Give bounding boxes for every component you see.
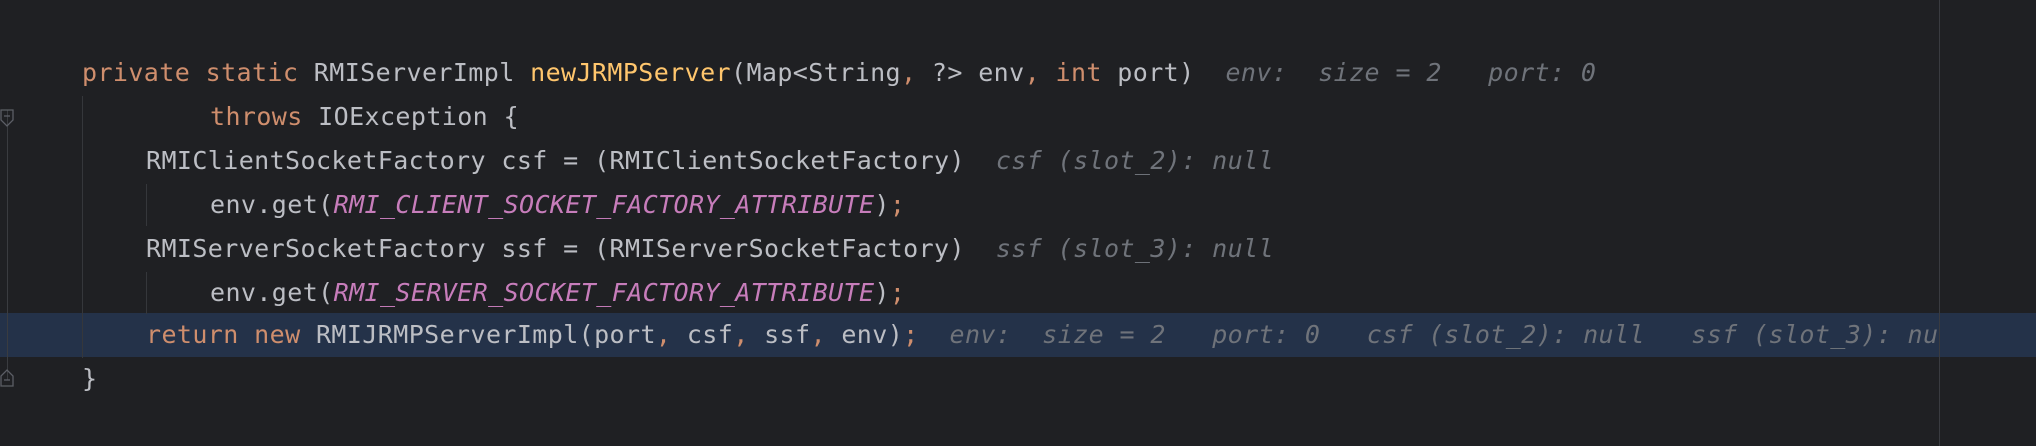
closing-brace: } bbox=[82, 364, 98, 393]
close-paren: ) bbox=[874, 190, 890, 219]
param-env: ?> env bbox=[916, 58, 1025, 87]
arg-csf: csf bbox=[671, 320, 734, 349]
inline-hint-ssf: ssf (slot_3): nu bbox=[1691, 320, 1939, 349]
comma: , bbox=[733, 320, 749, 349]
exception-type: IOException { bbox=[302, 102, 520, 131]
code-line-5[interactable]: RMIServerSocketFactory ssf = (RMIServerS… bbox=[146, 227, 1274, 271]
env-get-call: env.get( bbox=[210, 278, 334, 307]
keyword-static: static bbox=[205, 58, 299, 87]
param-type: Map<String bbox=[746, 58, 901, 87]
code-line-1[interactable]: private static RMIServerImpl newJRMPServ… bbox=[82, 51, 1596, 95]
arg-ssf: ssf bbox=[748, 320, 811, 349]
indent-guide bbox=[146, 272, 147, 314]
fold-open-icon[interactable] bbox=[0, 108, 14, 128]
inline-hint-port: port: 0 bbox=[1212, 320, 1321, 349]
comma: , bbox=[900, 58, 917, 87]
code-line-2[interactable]: throws IOException { bbox=[210, 95, 519, 139]
inline-hint-env: env: size = 2 bbox=[1225, 58, 1442, 87]
close-paren: ) bbox=[874, 278, 890, 307]
keyword-new: new bbox=[254, 320, 301, 349]
inline-hint-port: port: 0 bbox=[1488, 58, 1597, 87]
inline-hint-env: env: size = 2 bbox=[949, 320, 1166, 349]
keyword-int: int bbox=[1055, 58, 1102, 87]
indent-guide bbox=[82, 96, 83, 358]
inline-hint-csf: csf (slot_2): null bbox=[995, 146, 1274, 175]
open-paren: ( bbox=[731, 58, 747, 87]
ssf-declaration: RMIServerSocketFactory ssf = (RMIServerS… bbox=[146, 234, 965, 263]
return-type: RMIServerImpl bbox=[313, 58, 515, 87]
indent-guide bbox=[146, 184, 147, 226]
semicolon: ; bbox=[889, 278, 906, 307]
code-line-3[interactable]: RMIClientSocketFactory csf = (RMIClientS… bbox=[146, 139, 1274, 183]
code-editor[interactable]: private static RMIServerImpl newJRMPServ… bbox=[0, 0, 2036, 446]
arg-env: env) bbox=[825, 320, 904, 349]
comma: , bbox=[655, 320, 672, 349]
constructor-call: RMIJRMPServerImpl(port bbox=[300, 320, 656, 349]
inline-hint-csf: csf (slot_2): null bbox=[1366, 320, 1645, 349]
inline-hint-ssf: ssf (slot_3): null bbox=[995, 234, 1274, 263]
semicolon: ; bbox=[889, 190, 906, 219]
keyword-return: return bbox=[146, 320, 239, 349]
comma: , bbox=[810, 320, 826, 349]
code-line-4[interactable]: env.get(RMI_CLIENT_SOCKET_FACTORY_ATTRIB… bbox=[210, 183, 905, 227]
method-name: newJRMPServer bbox=[530, 58, 731, 87]
csf-declaration: RMIClientSocketFactory csf = (RMIClientS… bbox=[146, 146, 965, 175]
env-get-call: env.get( bbox=[210, 190, 334, 219]
semicolon: ; bbox=[903, 320, 919, 349]
code-line-6[interactable]: env.get(RMI_SERVER_SOCKET_FACTORY_ATTRIB… bbox=[210, 271, 905, 315]
keyword-throws: throws bbox=[210, 102, 303, 131]
constant-server-factory-attr: RMI_SERVER_SOCKET_FACTORY_ATTRIBUTE bbox=[333, 278, 875, 307]
code-line-7[interactable]: return new RMIJRMPServerImpl(port, csf, … bbox=[146, 313, 1938, 357]
code-line-8[interactable]: } bbox=[82, 357, 97, 401]
param-port: port) bbox=[1101, 58, 1195, 87]
comma: , bbox=[1024, 58, 1041, 87]
keyword-private: private bbox=[82, 58, 191, 87]
gutter-fold-line bbox=[7, 110, 8, 380]
fold-close-icon[interactable] bbox=[0, 368, 14, 388]
constant-client-factory-attr: RMI_CLIENT_SOCKET_FACTORY_ATTRIBUTE bbox=[333, 190, 875, 219]
right-margin-guide bbox=[1939, 0, 1940, 446]
